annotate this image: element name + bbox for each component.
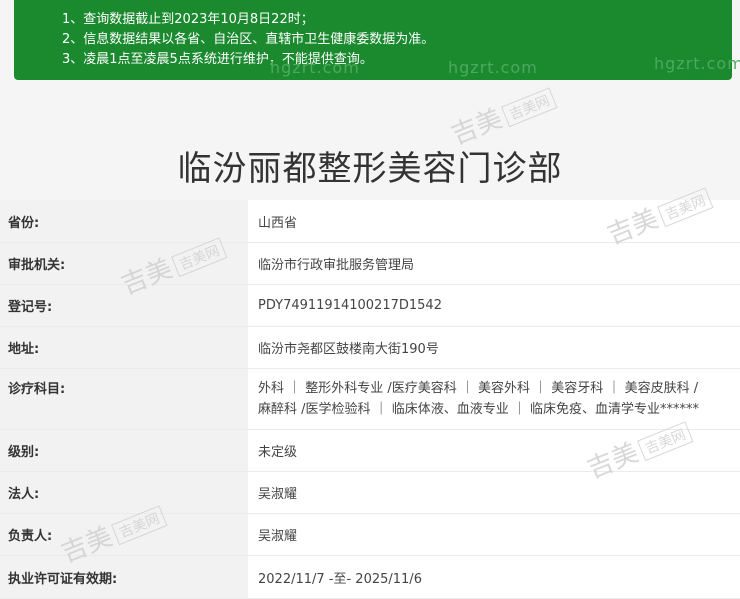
row-value: 外科 ｜ 整形外科专业 /医疗美容科 ｜ 美容外科 ｜ 美容牙科 ｜ 美容皮肤科… [248,369,740,429]
row-value: 未定级 [248,430,740,471]
watermark-brand-box: 吉美网 [500,86,558,127]
table-row: 登记号: PDY74911914100217D1542 [0,285,740,327]
row-label: 审批机关: [0,243,248,284]
row-value: 临汾市尧都区鼓楼南大街190号 [248,327,740,368]
table-row: 级别: 未定级 [0,430,740,472]
table-row: 负责人: 吴淑耀 [0,514,740,556]
notice-line: 3、凌晨1点至凌晨5点系统进行维护，不能提供查询。 [62,52,373,67]
info-table: 省份: 山西省 审批机关: 临汾市行政审批服务管理局 登记号: PDY74911… [0,200,740,599]
row-label: 登记号: [0,285,248,326]
row-value: 吴淑耀 [248,472,740,513]
table-row: 诊疗科目: 外科 ｜ 整形外科专业 /医疗美容科 ｜ 美容外科 ｜ 美容牙科 ｜… [0,369,740,430]
table-row: 执业许可证有效期: 2022/11/7 -至- 2025/11/6 [0,556,740,599]
row-label: 级别: [0,430,248,471]
notice-line: 1、查询数据截止到2023年10月8日22时； [62,12,314,27]
table-row: 审批机关: 临汾市行政审批服务管理局 [0,243,740,285]
row-value-line: 麻醉科 /医学检验科 ｜ 临床体液、血液专业 ｜ 临床免疫、血清学专业*****… [258,402,700,417]
row-label: 省份: [0,200,248,242]
row-label: 地址: [0,327,248,368]
table-row: 省份: 山西省 [0,200,740,243]
row-value: PDY74911914100217D1542 [248,285,740,326]
notice-line: 2、信息数据结果以各省、自治区、直辖市卫生健康委数据为准。 [62,32,435,47]
row-value: 吴淑耀 [248,514,740,555]
notice-banner: 1、查询数据截止到2023年10月8日22时； 2、信息数据结果以各省、自治区、… [14,0,732,80]
row-label: 执业许可证有效期: [0,556,248,598]
row-value: 临汾市行政审批服务管理局 [248,243,740,284]
table-row: 法人: 吴淑耀 [0,472,740,514]
row-label: 诊疗科目: [0,369,248,429]
page-title: 临汾丽都整形美容门诊部 [177,148,563,189]
row-value: 山西省 [248,200,740,242]
table-row: 地址: 临汾市尧都区鼓楼南大街190号 [0,327,740,369]
row-value: 2022/11/7 -至- 2025/11/6 [248,556,740,598]
row-label: 负责人: [0,514,248,555]
row-value-line: 外科 ｜ 整形外科专业 /医疗美容科 ｜ 美容外科 ｜ 美容牙科 ｜ 美容皮肤科… [258,381,699,396]
row-label: 法人: [0,472,248,513]
